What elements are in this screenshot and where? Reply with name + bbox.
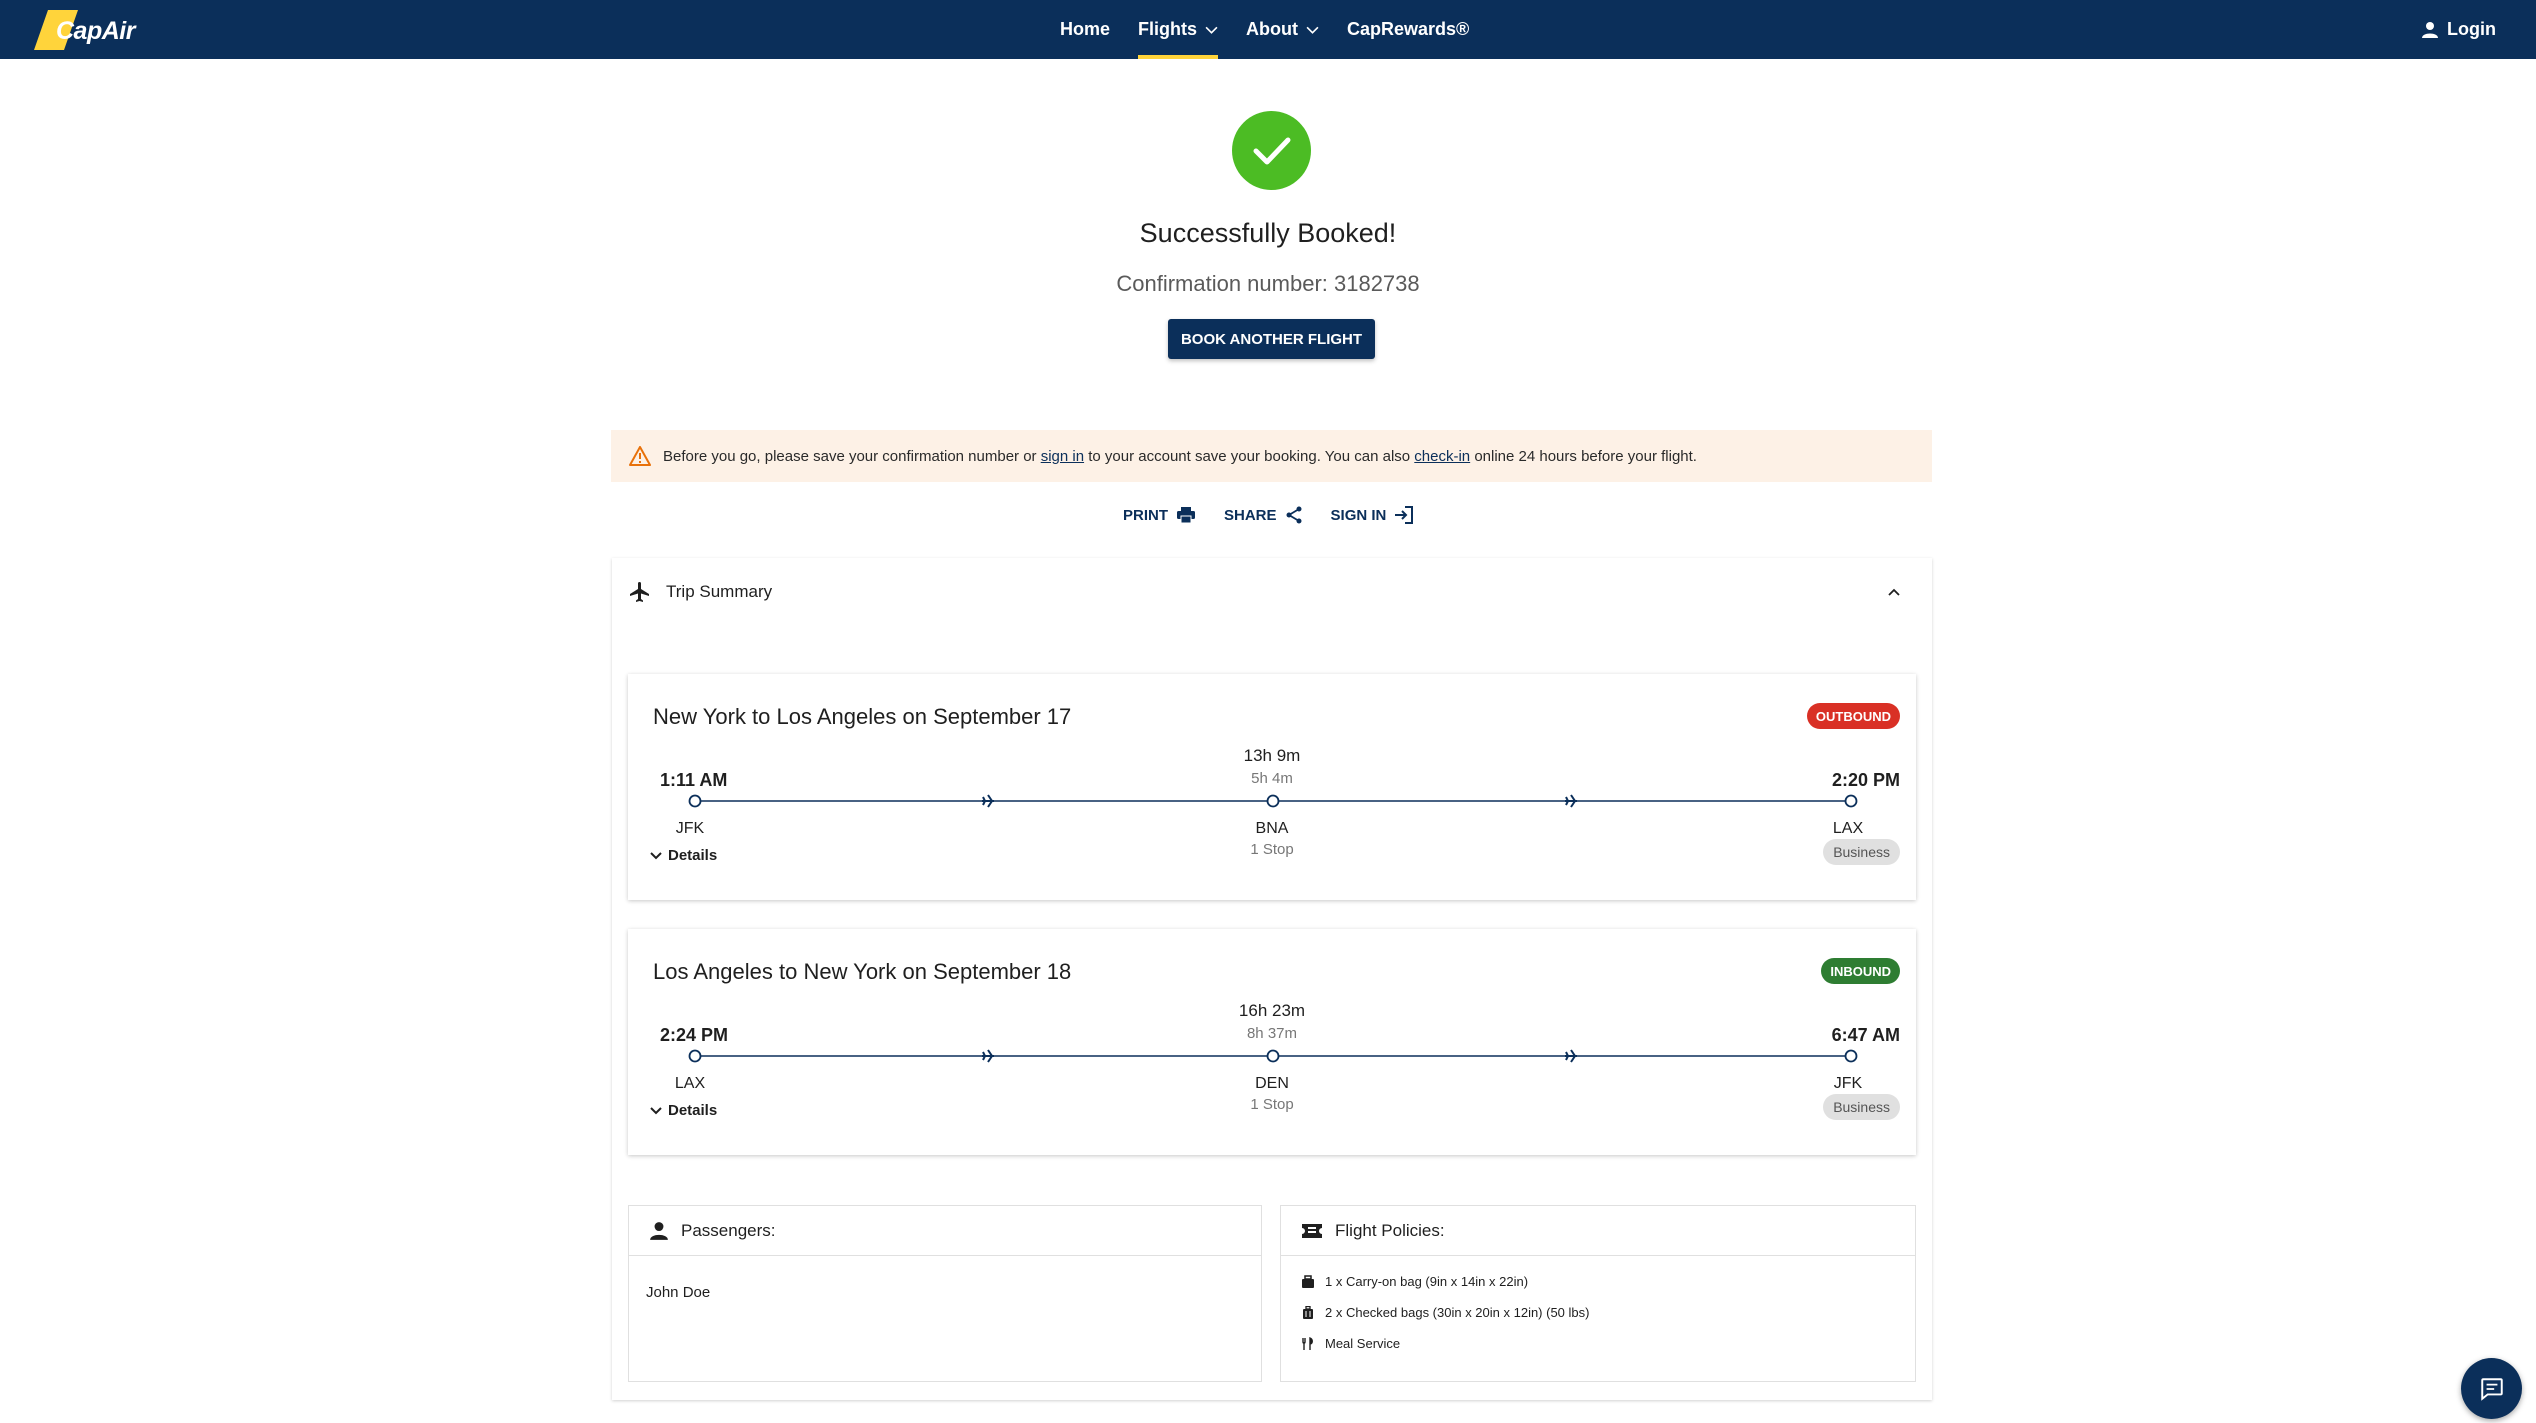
destination-code: JFK (1833, 1075, 1863, 1092)
stop-count: 1 Stop (1250, 841, 1294, 858)
chevron-up-icon[interactable] (1886, 584, 1902, 600)
carry-on-bag-icon (1302, 1274, 1314, 1288)
details-toggle[interactable]: Details (650, 847, 717, 864)
warning-text-1: Before you go, please save your confirma… (663, 447, 1041, 465)
flight-policies-title: Flight Policies: (1335, 1220, 1445, 1240)
nav-flights-label: Flights (1138, 19, 1198, 39)
booking-actions: PRINT SHARE SIGN IN (1123, 506, 1442, 524)
details-toggle[interactable]: Details (650, 1102, 717, 1119)
trip-summary-header[interactable]: Trip Summary (612, 558, 1932, 626)
brand-name: CapAir (56, 17, 135, 45)
chevron-down-icon (1205, 26, 1218, 34)
cabin-class-badge: Business (1823, 1094, 1900, 1120)
policy-text: 1 x Carry-on bag (9in x 14in x 22in) (1325, 1274, 1529, 1289)
stop-count: 1 Stop (1250, 1096, 1294, 1113)
departure-time: 1:11 AM (660, 770, 728, 790)
nav-about-label: About (1246, 19, 1298, 39)
chat-button[interactable] (2461, 1358, 2522, 1419)
arrival-time: 2:20 PM (1831, 770, 1900, 790)
sign-in-link[interactable]: sign in (1041, 448, 1084, 465)
chevron-down-icon (1306, 26, 1319, 34)
chat-bubble-icon (2480, 1377, 2503, 1401)
origin-code: JFK (675, 820, 705, 837)
top-navbar: CapAir Home Flights About CapRewards® Lo… (0, 0, 2536, 59)
trip-summary-panel: Trip Summary New York to Los Angeles on … (612, 558, 1932, 1400)
passengers-title: Passengers: (681, 1220, 776, 1240)
flight-policies-header: Flight Policies: (1281, 1206, 1915, 1256)
nav-about[interactable]: About (1246, 0, 1319, 59)
policy-item: 2 x Checked bags (30in x 20in x 12in) (5… (1301, 1305, 1589, 1320)
route-line (688, 794, 1858, 808)
origin-code: LAX (674, 1075, 706, 1092)
capair-logo[interactable]: CapAir (34, 10, 135, 50)
departure-time: 2:24 PM (660, 1025, 729, 1045)
share-icon (1286, 506, 1302, 524)
passengers-box: Passengers: John Doe (628, 1205, 1262, 1382)
warning-text-2: to your account save your booking. You c… (1084, 447, 1415, 465)
nav-caprewards-label: CapRewards® (1347, 19, 1470, 39)
print-button[interactable]: PRINT (1123, 506, 1196, 524)
login-label: Login (2447, 19, 2496, 39)
stop-code: DEN (1255, 1075, 1289, 1092)
checked-bag-icon (1303, 1305, 1313, 1319)
success-check-icon (1232, 111, 1311, 190)
policy-text: 2 x Checked bags (30in x 20in x 12in) (5… (1325, 1305, 1590, 1320)
print-label: PRINT (1123, 506, 1168, 524)
success-title: Successfully Booked! (1139, 218, 1397, 248)
nav-home-label: Home (1060, 19, 1111, 39)
person-icon (650, 1221, 668, 1240)
nav-home[interactable]: Home (1060, 0, 1110, 59)
save-booking-warning: Before you go, please save your confirma… (611, 430, 1932, 482)
flight-card-outbound: New York to Los Angeles on September 17 … (628, 674, 1916, 900)
policy-item: 1 x Carry-on bag (9in x 14in x 22in) (1301, 1274, 1528, 1289)
details-label: Details (668, 1102, 718, 1119)
chevron-down-icon (650, 851, 662, 859)
check-in-link[interactable]: check-in (1414, 448, 1470, 465)
layover-duration: 5h 4m (1251, 770, 1293, 787)
book-another-flight-button[interactable]: BOOK ANOTHER FLIGHT (1168, 319, 1375, 359)
user-icon (2422, 21, 2439, 38)
inbound-badge: INBOUND (1821, 958, 1900, 984)
passenger-name: John Doe (646, 1284, 711, 1301)
arrival-time: 6:47 AM (1831, 1025, 1900, 1045)
flight-title: Los Angeles to New York on September 18 (653, 959, 1072, 984)
passengers-header: Passengers: (629, 1206, 1261, 1256)
ticket-icon (1302, 1223, 1322, 1238)
total-duration: 13h 9m (1243, 746, 1301, 765)
flight-policies-box: Flight Policies: 1 x Carry-on bag (9in x… (1280, 1205, 1916, 1382)
sign-in-label: SIGN IN (1330, 506, 1387, 524)
warning-text-3: online 24 hours before your flight. (1470, 447, 1697, 465)
total-duration: 16h 23m (1238, 1001, 1306, 1020)
trip-summary-title: Trip Summary (666, 582, 773, 601)
destination-code: LAX (1832, 820, 1864, 837)
printer-icon (1177, 507, 1195, 524)
login-arrow-icon (1395, 506, 1414, 524)
policy-item: Meal Service (1301, 1336, 1400, 1351)
nav-caprewards[interactable]: CapRewards® (1347, 0, 1469, 59)
warning-icon (629, 446, 651, 466)
cabin-class-badge: Business (1823, 839, 1900, 865)
layover-duration: 8h 37m (1246, 1025, 1298, 1042)
sign-in-button[interactable]: SIGN IN (1331, 506, 1415, 524)
login-button[interactable]: Login (2421, 0, 2496, 59)
fork-knife-icon (1302, 1336, 1313, 1350)
chevron-down-icon (650, 1106, 662, 1114)
airplane-icon (630, 582, 649, 602)
main-nav: Home Flights About CapRewards® (1060, 0, 1497, 59)
nav-flights[interactable]: Flights (1138, 0, 1219, 59)
share-button[interactable]: SHARE (1224, 506, 1303, 524)
outbound-badge: OUTBOUND (1806, 703, 1900, 729)
route-line (688, 1049, 1858, 1063)
stop-code: BNA (1255, 820, 1289, 837)
flight-title: New York to Los Angeles on September 17 (653, 704, 1072, 729)
share-label: SHARE (1224, 506, 1277, 524)
details-label: Details (668, 847, 718, 864)
confirmation-number: Confirmation number: 3182738 (1116, 271, 1420, 296)
policy-text: Meal Service (1325, 1336, 1401, 1351)
flight-card-inbound: Los Angeles to New York on September 18 … (628, 929, 1916, 1155)
